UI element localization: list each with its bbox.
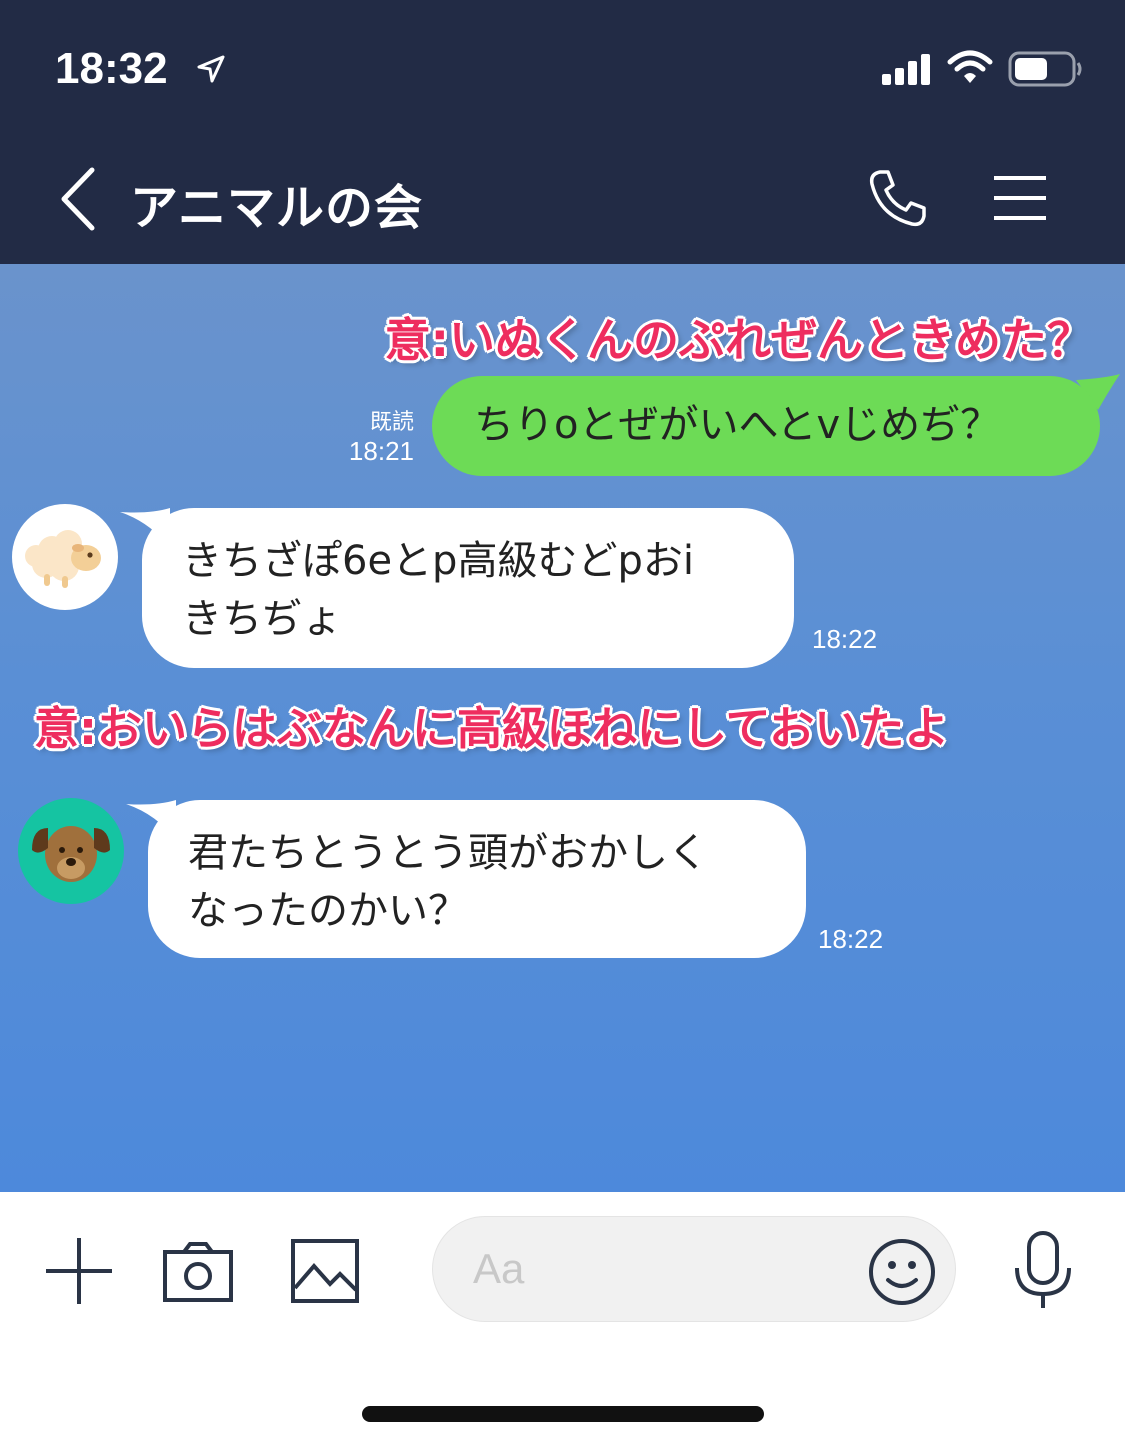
chat-title: アニマルの会 [130, 180, 424, 236]
message-time: 18:21 [348, 436, 414, 466]
plus-icon[interactable] [44, 1236, 114, 1306]
message-text: ちりoとぜがいへとvじめぢ？ [474, 402, 1001, 448]
sheep-icon [25, 530, 101, 588]
camera-icon[interactable] [162, 1240, 234, 1304]
incoming-message-bubble[interactable]: 君たちとうとう頭がおかしく なったのかい？ [148, 800, 806, 958]
annotation-caption: 意:いぬくんのぷれぜんときめた？ [384, 313, 1093, 367]
chat-header: アニマルの会 [0, 140, 1125, 264]
signal-icon [882, 54, 930, 85]
menu-icon[interactable] [990, 172, 1050, 224]
sheep-avatar[interactable] [12, 504, 118, 610]
wifi-icon [947, 50, 993, 83]
chat-messages-area[interactable]: 意:いぬくんのぷれぜんときめた？ 既読 18:21 ちりoとぜがいへとvじめぢ？… [0, 264, 1125, 1192]
message-text-line: きちぢょ [182, 596, 342, 642]
status-time: 18:32 [55, 44, 168, 93]
annotation-caption: 意:おいらはぶなんに高級ほねにしておいたよ [34, 702, 950, 755]
dog-icon [32, 826, 110, 882]
back-chevron-icon[interactable] [56, 166, 100, 232]
incoming-message-bubble[interactable]: きちざぽ6eとp高級むどpおi きちぢょ [142, 508, 794, 668]
home-indicator [362, 1406, 764, 1422]
battery-icon [1008, 51, 1082, 87]
message-text-line: なったのかい？ [188, 888, 468, 934]
read-receipt: 既読 [369, 410, 414, 435]
status-bar: 18:32 [0, 0, 1125, 140]
message-input-bar [0, 1192, 1125, 1447]
message-time: 18:22 [812, 624, 878, 654]
image-icon[interactable] [290, 1238, 360, 1304]
message-time: 18:22 [818, 924, 884, 954]
outgoing-message-bubble[interactable]: ちりoとぜがいへとvじめぢ？ [432, 376, 1100, 476]
message-text-line: きちざぽ6eとp高級むどpおi [182, 538, 694, 584]
message-text-line: 君たちとうとう頭がおかしく [188, 830, 708, 876]
emoji-icon[interactable] [868, 1238, 936, 1306]
location-arrow-icon [197, 55, 225, 83]
phone-icon[interactable] [866, 166, 930, 230]
microphone-icon[interactable] [1012, 1230, 1074, 1310]
dog-avatar[interactable] [18, 798, 124, 904]
